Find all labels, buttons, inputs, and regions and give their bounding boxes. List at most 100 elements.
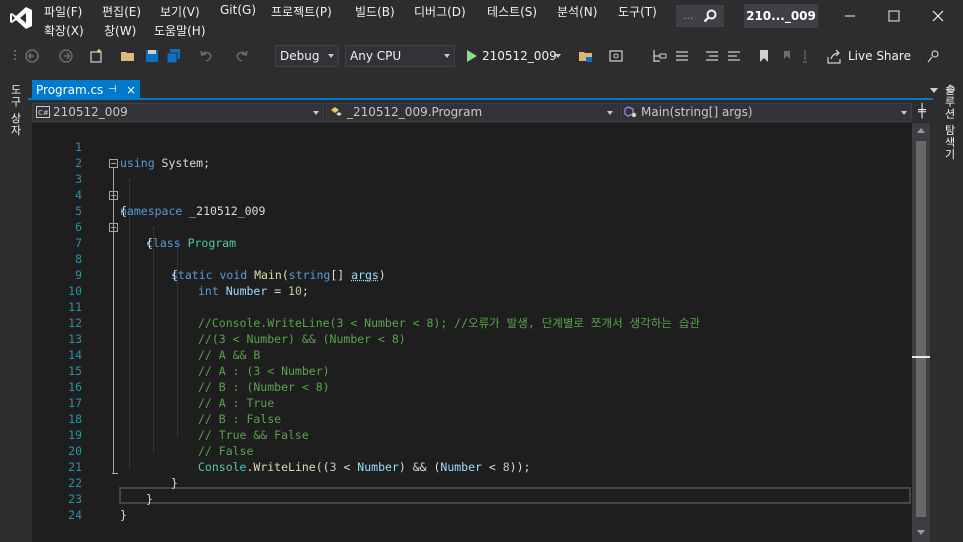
start-dropdown-icon[interactable]: [554, 52, 562, 60]
code-line-15: 15 // B : (Number < 8): [32, 347, 912, 394]
navigate-forward-icon[interactable]: [58, 48, 74, 64]
share-icon: [827, 49, 841, 64]
title-bar: 파일(F) 편집(E) 보기(V) Git(G) 프로젝트(P) 빌드(B) 디…: [0, 0, 963, 42]
undo-icon[interactable]: [198, 48, 214, 64]
browser-link-icon[interactable]: [608, 48, 624, 64]
vertical-scrollbar[interactable]: [912, 123, 930, 542]
code-line-14: 14 // A : (3 < Number): [32, 331, 912, 378]
menu-help[interactable]: 도움말(H): [154, 22, 206, 39]
code-line-7: 7 static void Main(string[] args): [32, 219, 912, 282]
code-line-4: 4 {: [32, 171, 912, 218]
caret-position-marker: [912, 356, 930, 358]
pin-icon[interactable]: ⊣: [108, 80, 117, 100]
menu-project[interactable]: 프로젝트(P): [271, 3, 332, 20]
uncomment-icon[interactable]: [726, 48, 742, 64]
save-all-icon[interactable]: [166, 48, 182, 64]
menu-build[interactable]: 빌드(B): [355, 3, 395, 20]
class-icon: [331, 107, 342, 116]
collapse-toggle[interactable]: [109, 191, 118, 200]
class-select[interactable]: _210512_009.Program: [326, 103, 618, 122]
navigation-bar: C# 210512_009 _210512_009.Program Main(s…: [32, 102, 912, 122]
close-tab-icon[interactable]: ×: [126, 80, 136, 100]
token-text: }: [120, 508, 127, 522]
collapse-toggle[interactable]: [109, 223, 118, 232]
scroll-down-icon[interactable]: [917, 530, 925, 535]
code-line-11: 11 //Console.WriteLine(3 < Number < 8); …: [32, 283, 912, 330]
class-name: _210512_009.Program: [347, 105, 483, 119]
platform-value: Any CPU: [350, 49, 402, 63]
minimize-icon[interactable]: [840, 6, 860, 26]
bookmark-icon[interactable]: [756, 48, 772, 64]
solution-explorer-rail: 솔루션 탐색기: [933, 80, 963, 542]
chevron-down-icon: [901, 111, 907, 115]
comment-out-icon[interactable]: [704, 48, 720, 64]
project-name: 210512_009: [53, 105, 128, 119]
search-box[interactable]: ...: [676, 5, 724, 27]
open-file-icon[interactable]: [120, 48, 136, 64]
menu-git[interactable]: Git(G): [220, 3, 256, 17]
step-into-icon[interactable]: [652, 48, 668, 64]
menu-file[interactable]: 파일(F): [44, 3, 82, 20]
code-editor[interactable]: 1 using System; 2 3 namespace _210512_00…: [32, 123, 912, 542]
member-select[interactable]: Main(string[] args): [620, 103, 912, 122]
configuration-select[interactable]: Debug: [275, 45, 339, 67]
configuration-value: Debug: [280, 49, 320, 63]
document-tab-strip: Program.cs ⊣ × ⚙: [28, 80, 956, 100]
code-line-22: 22 }: [32, 459, 912, 506]
menu-tools[interactable]: 도구(T): [618, 3, 657, 20]
project-select[interactable]: C# 210512_009: [32, 103, 324, 122]
start-debugging-button[interactable]: 210512_009: [464, 46, 557, 66]
menu-edit[interactable]: 편집(E): [102, 3, 141, 20]
csharp-project-icon: C#: [36, 106, 50, 118]
chevron-down-icon: [328, 54, 334, 58]
svg-text:C#: C#: [38, 109, 49, 117]
code-line-20: 20 Console.WriteLine((3 < Number) && (Nu…: [32, 427, 912, 474]
code-line-18: 18 // True && False: [32, 395, 912, 442]
tab-label: Program.cs: [36, 83, 104, 97]
navigate-back-icon[interactable]: [24, 48, 40, 64]
redo-icon[interactable]: [234, 48, 250, 64]
toolbar-options-icon[interactable]: [800, 48, 816, 64]
new-project-icon[interactable]: [88, 48, 104, 64]
code-line-17: 17 // B : False: [32, 379, 912, 426]
code-line-9: 9 int Number = 10;: [32, 251, 912, 298]
code-line-19: 19 // False: [32, 411, 912, 458]
menu-extensions[interactable]: 확장(X): [44, 22, 84, 39]
code-line-1: 1 using System;: [32, 123, 912, 170]
standard-toolbar: Debug Any CPU 210512_009 Live Share: [0, 42, 963, 70]
save-icon[interactable]: [144, 48, 160, 64]
maximize-icon[interactable]: [884, 6, 904, 26]
close-icon[interactable]: [928, 6, 948, 26]
step-over-icon[interactable]: [674, 48, 690, 64]
menu-test[interactable]: 테스트(S): [487, 3, 537, 20]
search-icon: [703, 9, 717, 23]
search-placeholder: ...: [683, 9, 694, 22]
visual-studio-logo-icon[interactable]: [8, 5, 34, 31]
line-number: 24: [68, 508, 82, 522]
menu-window[interactable]: 창(W): [104, 22, 136, 39]
chevron-down-icon: [444, 54, 450, 58]
tab-list-dropdown-icon[interactable]: [930, 88, 938, 93]
scroll-thumb[interactable]: [916, 141, 926, 517]
previous-bookmark-icon[interactable]: [780, 48, 796, 64]
open-folder-icon[interactable]: [578, 48, 594, 64]
menu-debug[interactable]: 디버그(D): [414, 3, 466, 20]
code-line-6: 6 {: [32, 203, 912, 250]
toolbox-tab[interactable]: 도구 상자: [7, 84, 23, 137]
split-window-icon[interactable]: ╪: [914, 104, 930, 120]
chevron-down-icon: [313, 111, 319, 115]
chevron-down-icon: [607, 111, 613, 115]
tab-program-cs[interactable]: Program.cs ⊣ ×: [32, 80, 140, 100]
menu-view[interactable]: 보기(V): [160, 3, 200, 20]
code-line-12: 12 //(3 < Number) && (Number < 8): [32, 299, 912, 346]
code-line-5: 5 class Program: [32, 187, 912, 250]
feedback-icon[interactable]: [926, 48, 942, 64]
scroll-up-icon[interactable]: [917, 128, 925, 133]
code-line-8: 8 {: [32, 235, 912, 282]
gear-icon[interactable]: ⚙: [946, 83, 956, 96]
platform-select[interactable]: Any CPU: [345, 45, 455, 67]
collapse-toggle[interactable]: [109, 159, 118, 168]
toolbox-rail: 도구 상자: [0, 80, 28, 542]
code-line-2: 2: [32, 139, 912, 170]
menu-analyze[interactable]: 분석(N): [557, 3, 597, 20]
